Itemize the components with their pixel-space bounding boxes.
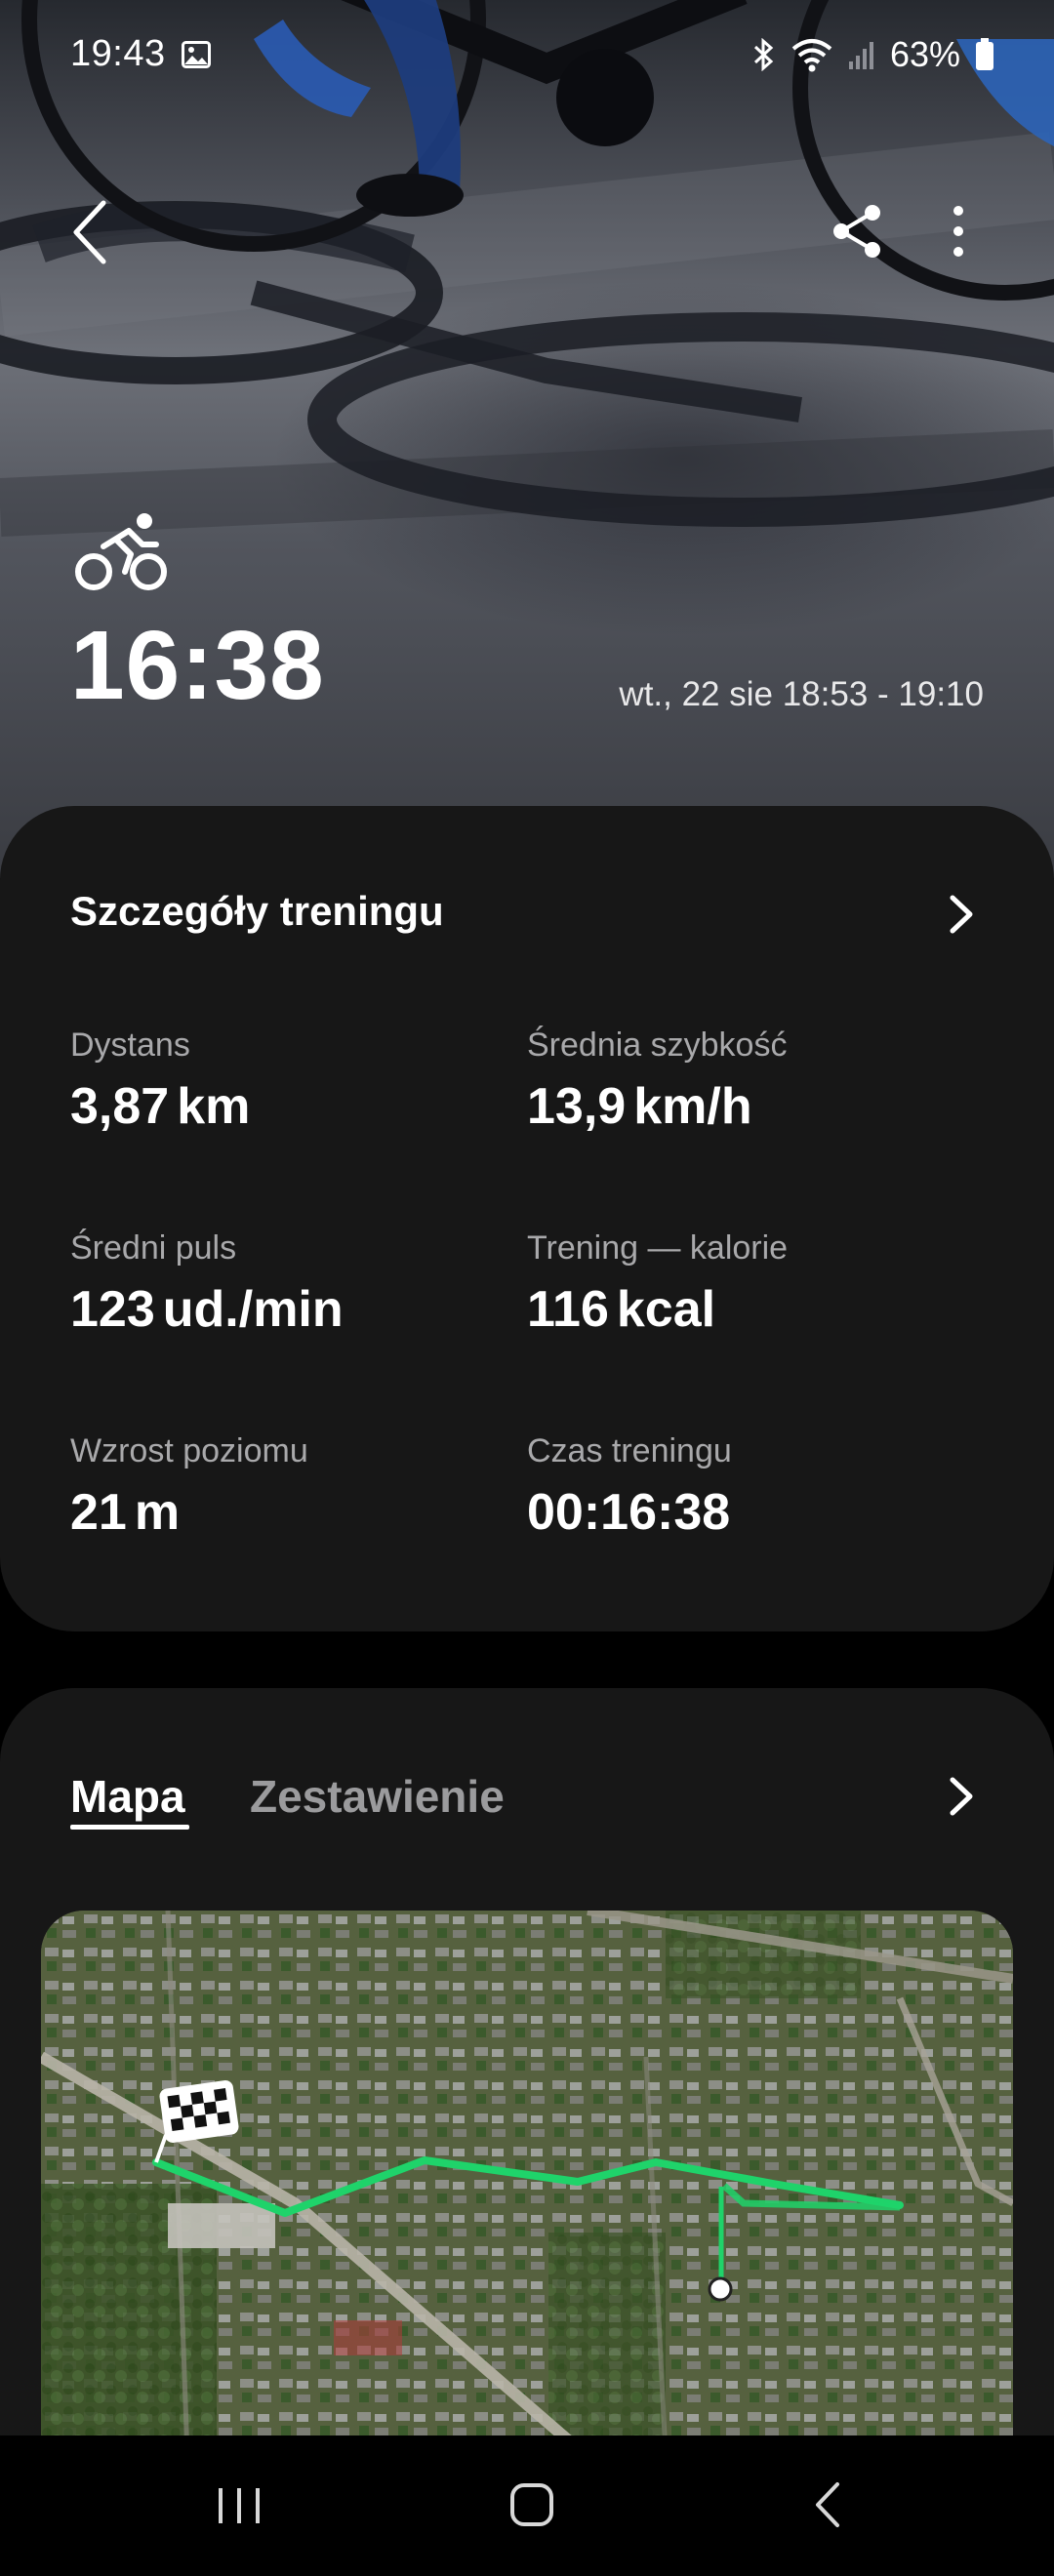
- wifi-icon: [791, 39, 832, 72]
- chevron-right-icon[interactable]: [943, 1772, 978, 1821]
- stat-label-avg-heart-rate: Średni puls: [70, 1229, 237, 1267]
- stat-value-avg-heart-rate: 123 ud./min: [70, 1281, 344, 1338]
- share-icon[interactable]: [828, 201, 886, 262]
- bluetooth-icon: [753, 38, 774, 71]
- stat-value-avg-speed: 13,9 km/h: [527, 1078, 752, 1135]
- details-title[interactable]: Szczegóły treningu: [70, 888, 444, 935]
- start-point-icon: [708, 2276, 733, 2302]
- cyclist-background-photo: [0, 0, 1054, 537]
- stat-label-calories: Trening — kalorie: [527, 1229, 789, 1267]
- tab-map-underline: [70, 1825, 189, 1830]
- nav-back-icon[interactable]: [794, 2471, 863, 2539]
- home-icon[interactable]: [498, 2471, 566, 2539]
- route-map[interactable]: [41, 1911, 1013, 2457]
- stat-label-avg-speed: Średnia szybkość: [527, 1026, 788, 1064]
- stat-label-distance: Dystans: [70, 1026, 190, 1064]
- stat-value-distance: 3,87 km: [70, 1078, 251, 1135]
- status-bar: 19:43 63%: [0, 0, 1054, 107]
- image-icon: [182, 41, 211, 68]
- more-vert-icon[interactable]: [941, 201, 976, 262]
- tab-summary[interactable]: Zestawienie: [250, 1770, 505, 1823]
- chevron-right-icon[interactable]: [943, 890, 978, 939]
- satellite-map-image: [41, 1911, 1013, 2457]
- hero-header: 19:43 63% 16:38 wt., 22 sie 18:53 - 19:1…: [0, 0, 1054, 878]
- stat-value-workout-time: 00:16:38: [527, 1484, 731, 1541]
- status-icons: 63%: [751, 33, 995, 76]
- system-nav-bar: [0, 2435, 1054, 2576]
- status-time: 19:43: [70, 33, 166, 74]
- back-arrow-icon[interactable]: [61, 195, 119, 269]
- stat-value-elevation-gain: 21 m: [70, 1484, 181, 1541]
- stat-label-workout-time: Czas treningu: [527, 1432, 732, 1469]
- recent-apps-icon[interactable]: [205, 2471, 273, 2539]
- workout-date-range: wt., 22 sie 18:53 - 19:10: [619, 675, 984, 713]
- battery-icon: [976, 38, 993, 70]
- tab-map[interactable]: Mapa: [70, 1770, 185, 1823]
- battery-percent: 63%: [889, 34, 960, 74]
- stat-value-calories: 116 kcal: [527, 1281, 716, 1338]
- signal-icon: [848, 42, 873, 69]
- cycling-icon: [75, 513, 167, 590]
- workout-duration: 16:38: [70, 611, 325, 720]
- stat-label-elevation-gain: Wzrost poziomu: [70, 1432, 308, 1469]
